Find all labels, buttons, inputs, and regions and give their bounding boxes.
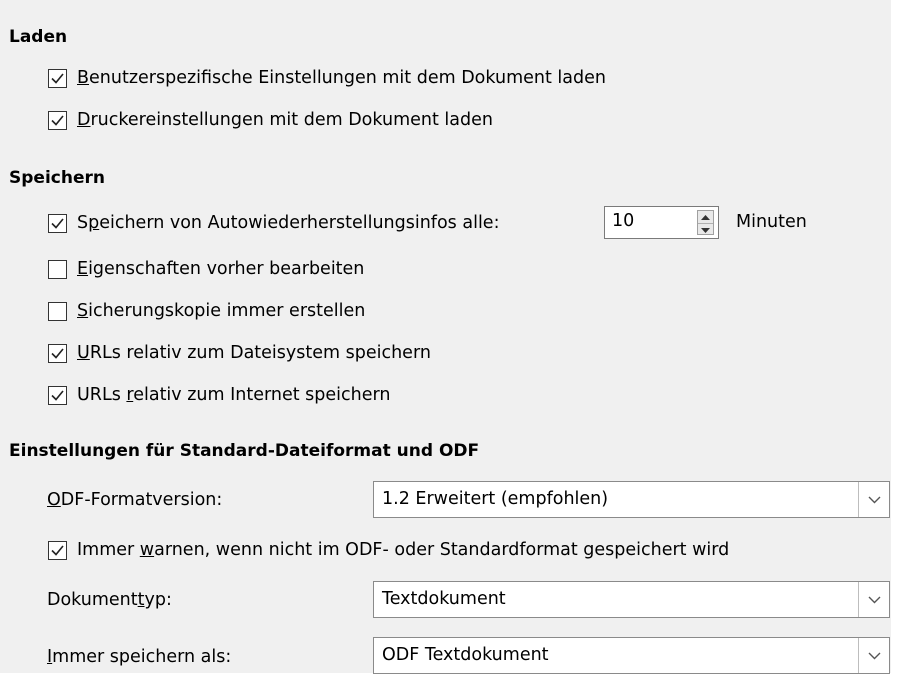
options-panel: Laden Benutzerspezifische Einstellungen … [0, 0, 891, 674]
checkbox[interactable] [48, 213, 67, 233]
chevron-down-icon[interactable] [858, 482, 889, 517]
spin-up-icon[interactable] [698, 211, 713, 223]
odf-version-value: 1.2 Erweitert (empfohlen) [382, 489, 609, 509]
autosave-interval-value[interactable]: 10 [612, 211, 634, 231]
option-label: Benutzerspezifische Einstellungen mit de… [77, 68, 606, 88]
option-label: Speichern von Autowiederherstellungsinfo… [77, 213, 500, 233]
doc-type-value: Textdokument [382, 589, 506, 609]
stepper-buttons [697, 210, 714, 235]
option-label: Immer warnen, wenn nicht im ODF- oder St… [77, 540, 730, 560]
option-backup-copy[interactable]: Sicherungskopie immer erstellen [48, 299, 365, 323]
checkbox[interactable] [48, 540, 67, 560]
option-label: Eigenschaften vorher bearbeiten [77, 259, 365, 279]
option-warn-non-odf[interactable]: Immer warnen, wenn nicht im ODF- oder St… [48, 538, 729, 562]
save-as-label: Immer speichern als: [47, 647, 232, 667]
checkmark-icon [51, 544, 64, 556]
checkbox[interactable] [48, 301, 67, 321]
autosave-unit-label: Minuten [736, 212, 807, 232]
checkmark-icon [51, 347, 64, 359]
spin-down-icon[interactable] [698, 223, 713, 236]
chevron-down-icon[interactable] [858, 582, 889, 617]
option-urls-internet[interactable]: URLs relativ zum Internet speichern [48, 383, 390, 407]
odf-version-label: ODF-Formatversion: [47, 490, 223, 510]
checkmark-icon [51, 72, 64, 84]
option-autosave[interactable]: Speichern von Autowiederherstellungsinfo… [48, 211, 499, 235]
option-edit-properties[interactable]: Eigenschaften vorher bearbeiten [48, 257, 364, 281]
option-label: Sicherungskopie immer erstellen [77, 301, 366, 321]
chevron-down-icon[interactable] [858, 638, 889, 673]
autosave-interval-stepper[interactable]: 10 [604, 206, 719, 239]
option-printer-settings[interactable]: Druckereinstellungen mit dem Dokument la… [48, 108, 493, 132]
checkbox[interactable] [48, 385, 67, 405]
checkmark-icon [51, 389, 64, 401]
checkmark-icon [51, 114, 64, 126]
checkbox[interactable] [48, 259, 67, 279]
save-as-value: ODF Textdokument [382, 645, 549, 665]
option-user-settings[interactable]: Benutzerspezifische Einstellungen mit de… [48, 66, 606, 90]
option-label: URLs relativ zum Dateisystem speichern [77, 343, 431, 363]
checkmark-icon [51, 217, 64, 229]
checkbox[interactable] [48, 68, 67, 88]
section-heading-format: Einstellungen für Standard-Dateiformat u… [9, 441, 480, 461]
odf-version-dropdown[interactable]: 1.2 Erweitert (empfohlen) [373, 481, 890, 518]
section-heading-save: Speichern [9, 168, 105, 188]
doc-type-dropdown[interactable]: Textdokument [373, 581, 890, 618]
doc-type-label: Dokumenttyp: [47, 590, 172, 610]
checkbox[interactable] [48, 343, 67, 363]
option-label: URLs relativ zum Internet speichern [77, 385, 391, 405]
checkbox[interactable] [48, 110, 67, 130]
section-heading-load: Laden [9, 27, 68, 47]
save-as-dropdown[interactable]: ODF Textdokument [373, 637, 890, 674]
option-urls-filesystem[interactable]: URLs relativ zum Dateisystem speichern [48, 341, 431, 365]
option-label: Druckereinstellungen mit dem Dokument la… [77, 110, 493, 130]
